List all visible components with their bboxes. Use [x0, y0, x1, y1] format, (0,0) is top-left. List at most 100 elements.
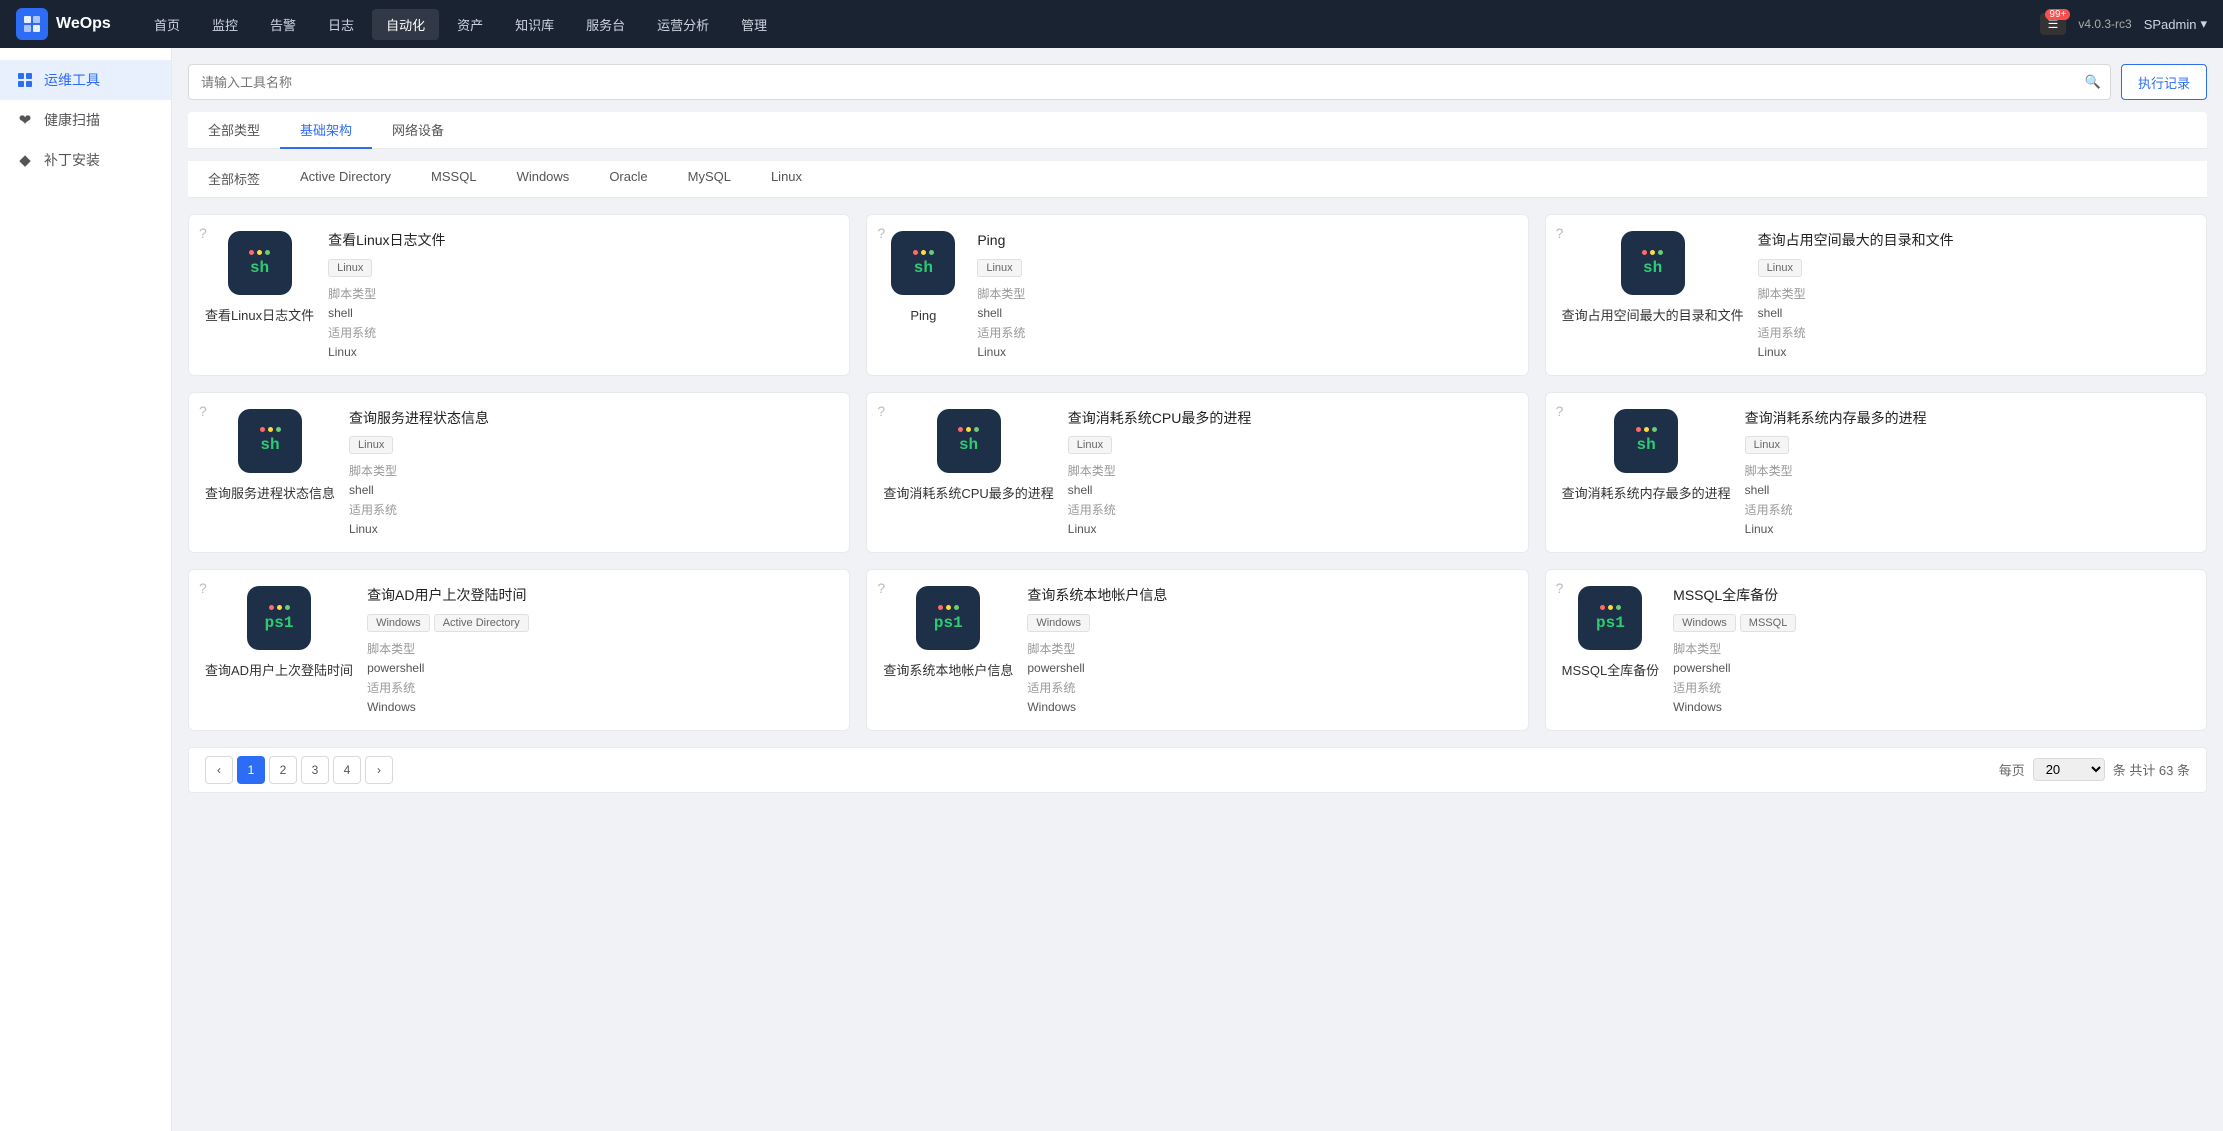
tool-help-icon[interactable]: ?	[877, 580, 885, 596]
tool-help-icon[interactable]: ?	[1556, 580, 1564, 596]
os-label: 适用系统	[1758, 324, 2190, 341]
tag-tab-mssql[interactable]: MSSQL	[411, 161, 497, 198]
tool-icon-wrap: ps1 MSSQL全库备份	[1562, 586, 1660, 680]
tag-tab-all[interactable]: 全部标签	[188, 161, 280, 198]
tool-card-name: 查询系统本地帐户信息	[883, 662, 1013, 680]
search-bar: 🔍 执行记录	[188, 64, 2207, 100]
nav-ops-analysis[interactable]: 运营分析	[643, 9, 723, 40]
os-value: Linux	[977, 345, 1511, 359]
tag-tab-mysql[interactable]: MySQL	[668, 161, 751, 198]
tool-icon: sh	[937, 409, 1001, 473]
tag-tab-windows[interactable]: Windows	[497, 161, 590, 198]
nav-automation[interactable]: 自动化	[372, 9, 439, 40]
os-value: Linux	[1068, 522, 1512, 536]
tool-icon: sh	[1614, 409, 1678, 473]
script-type-label: 脚本类型	[1745, 462, 2190, 479]
tool-tag: Windows	[367, 614, 430, 632]
nav-user[interactable]: SPadmin ▾	[2144, 16, 2207, 32]
logo-text: WeOps	[56, 15, 111, 33]
nav-management[interactable]: 管理	[727, 9, 781, 40]
script-type-label: 脚本类型	[367, 640, 833, 657]
tool-help-icon[interactable]: ?	[199, 225, 207, 241]
tool-help-icon[interactable]: ?	[877, 225, 885, 241]
sidebar-patch-install-label: 补丁安装	[44, 150, 100, 170]
tool-card[interactable]: ? ps1 查询系统本地帐户信息 查询系统本地帐户信息 Windows 脚本类型…	[866, 569, 1528, 731]
page-1-button[interactable]: 1	[237, 756, 265, 784]
tool-meta: 脚本类型 shell 适用系统 Linux	[349, 462, 833, 536]
script-type-label: 脚本类型	[1027, 640, 1511, 657]
tool-title: MSSQL全库备份	[1673, 586, 2190, 606]
cat-tab-infra[interactable]: 基础架构	[280, 112, 372, 149]
tool-icon-wrap: sh 查询消耗系统内存最多的进程	[1562, 409, 1731, 503]
tool-card[interactable]: ? sh Ping Ping Linux 脚本类型 shell 适用系统 Lin…	[866, 214, 1528, 376]
tool-icon-wrap: ps1 查询系统本地帐户信息	[883, 586, 1013, 680]
cat-tab-all[interactable]: 全部类型	[188, 112, 280, 149]
exec-record-button[interactable]: 执行记录	[2121, 64, 2207, 100]
cat-tab-network[interactable]: 网络设备	[372, 112, 464, 149]
nav-log[interactable]: 日志	[314, 9, 368, 40]
logo[interactable]: WeOps	[16, 8, 116, 40]
page-size-select[interactable]: 20 50 100	[2033, 758, 2105, 781]
tool-card[interactable]: ? sh 查询消耗系统CPU最多的进程 查询消耗系统CPU最多的进程 Linux…	[866, 392, 1528, 554]
page-3-button[interactable]: 3	[301, 756, 329, 784]
tool-card-info: MSSQL全库备份 WindowsMSSQL 脚本类型 powershell 适…	[1673, 586, 2190, 714]
tool-card[interactable]: ? ps1 查询AD用户上次登陆时间 查询AD用户上次登陆时间 WindowsA…	[188, 569, 850, 731]
nav-knowledge[interactable]: 知识库	[501, 9, 568, 40]
tool-help-icon[interactable]: ?	[877, 403, 885, 419]
tool-icon-wrap: sh 查询服务进程状态信息	[205, 409, 335, 503]
tool-card[interactable]: ? sh 查询消耗系统内存最多的进程 查询消耗系统内存最多的进程 Linux 脚…	[1545, 392, 2207, 554]
tool-grid: ? sh 查看Linux日志文件 查看Linux日志文件 Linux 脚本类型 …	[188, 214, 2207, 731]
notification-badge[interactable]: ☰ 99+	[2040, 13, 2067, 35]
sidebar-item-health-scan[interactable]: ❤ 健康扫描	[0, 100, 171, 140]
tool-help-icon[interactable]: ?	[1556, 403, 1564, 419]
page-next-button[interactable]: ›	[365, 756, 393, 784]
tool-icon: sh	[1621, 231, 1685, 295]
search-icon[interactable]: 🔍	[2085, 74, 2101, 90]
sidebar-item-ops-tools[interactable]: 运维工具	[0, 60, 171, 100]
tool-card-info: 查询AD用户上次登陆时间 WindowsActive Directory 脚本类…	[367, 586, 833, 714]
tool-help-icon[interactable]: ?	[199, 580, 207, 596]
tool-card-info: 查询占用空间最大的目录和文件 Linux 脚本类型 shell 适用系统 Lin…	[1758, 231, 2190, 359]
tool-tag: Linux	[1745, 436, 1789, 454]
nav-alert[interactable]: 告警	[256, 9, 310, 40]
search-input[interactable]	[188, 64, 2111, 100]
tool-card[interactable]: ? sh 查看Linux日志文件 查看Linux日志文件 Linux 脚本类型 …	[188, 214, 850, 376]
nav-monitor[interactable]: 监控	[198, 9, 252, 40]
nav-assets[interactable]: 资产	[443, 9, 497, 40]
script-type-value: shell	[349, 483, 833, 497]
tool-meta: 脚本类型 shell 适用系统 Linux	[1745, 462, 2190, 536]
tool-help-icon[interactable]: ?	[199, 403, 207, 419]
tool-card-name: Ping	[910, 307, 936, 325]
tag-tab-linux[interactable]: Linux	[751, 161, 822, 198]
nav-home[interactable]: 首页	[140, 9, 194, 40]
tool-card[interactable]: ? ps1 MSSQL全库备份 MSSQL全库备份 WindowsMSSQL 脚…	[1545, 569, 2207, 731]
tool-tag: Linux	[1068, 436, 1112, 454]
total-label: 条 共计 63 条	[2113, 760, 2190, 779]
page-prev-button[interactable]: ‹	[205, 756, 233, 784]
tool-card-name: MSSQL全库备份	[1562, 662, 1660, 680]
tool-tags: Linux	[1745, 436, 2190, 454]
nav-service-desk[interactable]: 服务台	[572, 9, 639, 40]
script-type-label: 脚本类型	[1758, 285, 2190, 302]
tool-card-name: 查看Linux日志文件	[205, 307, 314, 325]
ops-tools-icon	[16, 71, 34, 89]
tool-tags: Linux	[977, 259, 1511, 277]
script-type-value: shell	[1745, 483, 2190, 497]
tool-tags: WindowsMSSQL	[1673, 614, 2190, 632]
sidebar-item-patch-install[interactable]: ◆ 补丁安装	[0, 140, 171, 180]
tool-title: 查询消耗系统CPU最多的进程	[1068, 409, 1512, 429]
tool-card-info: 查看Linux日志文件 Linux 脚本类型 shell 适用系统 Linux	[328, 231, 833, 359]
tag-tab-ad[interactable]: Active Directory	[280, 161, 411, 198]
tool-help-icon[interactable]: ?	[1556, 225, 1564, 241]
tool-card[interactable]: ? sh 查询服务进程状态信息 查询服务进程状态信息 Linux 脚本类型 sh…	[188, 392, 850, 554]
os-label: 适用系统	[1745, 501, 2190, 518]
tag-tab-oracle[interactable]: Oracle	[589, 161, 667, 198]
page-2-button[interactable]: 2	[269, 756, 297, 784]
os-value: Linux	[1758, 345, 2190, 359]
tool-icon: sh	[238, 409, 302, 473]
page-4-button[interactable]: 4	[333, 756, 361, 784]
tool-card-name: 查询消耗系统内存最多的进程	[1562, 485, 1731, 503]
chevron-down-icon: ▾	[2200, 16, 2207, 32]
tool-meta: 脚本类型 shell 适用系统 Linux	[1068, 462, 1512, 536]
tool-card[interactable]: ? sh 查询占用空间最大的目录和文件 查询占用空间最大的目录和文件 Linux…	[1545, 214, 2207, 376]
